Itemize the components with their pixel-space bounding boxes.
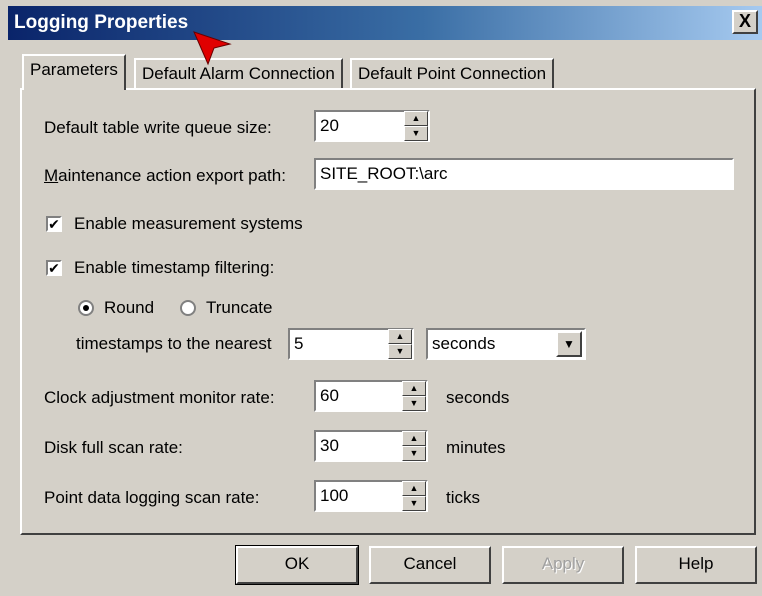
tab-label: Parameters xyxy=(30,60,118,79)
disk-scan-label: Disk full scan rate: xyxy=(44,438,183,457)
tab-parameters[interactable]: Parameters xyxy=(22,54,126,90)
apply-button[interactable]: Apply xyxy=(502,546,624,584)
spin-up-icon[interactable]: ▲ xyxy=(402,431,426,446)
truncate-radio[interactable] xyxy=(180,300,196,316)
close-button[interactable]: X xyxy=(732,10,758,34)
enable-measurement-label: Enable measurement systems xyxy=(74,214,303,233)
round-label: Round xyxy=(104,298,155,317)
nearest-spinner[interactable]: ▲ ▼ xyxy=(388,329,412,359)
disk-scan-spinner[interactable]: ▲ ▼ xyxy=(402,431,426,461)
ok-button[interactable]: OK xyxy=(235,545,359,585)
mouse-cursor-icon xyxy=(193,31,232,66)
queue-size-label: Default table write queue size: xyxy=(44,118,272,137)
radio-dot-icon xyxy=(83,305,89,311)
nearest-unit-value: seconds xyxy=(432,334,496,353)
spin-up-icon[interactable]: ▲ xyxy=(402,481,426,496)
window-title: Logging Properties xyxy=(14,12,189,33)
close-icon: X xyxy=(738,11,751,31)
disk-scan-unit: minutes xyxy=(446,438,506,457)
spin-down-icon[interactable]: ▼ xyxy=(402,496,426,511)
truncate-label: Truncate xyxy=(206,298,273,317)
point-scan-unit: ticks xyxy=(446,488,480,507)
tab-default-point-connection[interactable]: Default Point Connection xyxy=(350,58,555,88)
tab-label: Default Point Connection xyxy=(358,64,547,83)
help-button[interactable]: Help xyxy=(635,546,757,584)
clock-rate-unit: seconds xyxy=(446,388,510,407)
spin-down-icon[interactable]: ▼ xyxy=(404,126,428,141)
clock-rate-label: Clock adjustment monitor rate: xyxy=(44,388,275,407)
chevron-down-icon[interactable]: ▼ xyxy=(556,331,582,357)
export-path-label: Maintenance action export path: xyxy=(44,166,286,185)
spin-down-icon[interactable]: ▼ xyxy=(402,446,426,461)
spin-up-icon[interactable]: ▲ xyxy=(404,111,428,126)
point-scan-spinner[interactable]: ▲ ▼ xyxy=(402,481,426,511)
enable-timestamp-checkbox[interactable]: ✔ xyxy=(46,260,62,276)
round-radio[interactable] xyxy=(78,300,94,316)
logging-properties-dialog: Logging Properties X Parameters Default … xyxy=(0,0,762,596)
export-path-input[interactable]: SITE_ROOT:\arc xyxy=(314,158,734,190)
tab-default-alarm-connection[interactable]: Default Alarm Connection xyxy=(134,58,343,88)
export-path-label-rest: aintenance action export path: xyxy=(58,166,286,185)
nearest-label: timestamps to the nearest xyxy=(76,334,272,353)
spin-down-icon[interactable]: ▼ xyxy=(402,396,426,411)
enable-timestamp-label: Enable timestamp filtering: xyxy=(74,258,275,277)
clock-rate-spinner[interactable]: ▲ ▼ xyxy=(402,381,426,411)
enable-measurement-checkbox[interactable]: ✔ xyxy=(46,216,62,232)
cancel-button[interactable]: Cancel xyxy=(369,546,491,584)
spin-down-icon[interactable]: ▼ xyxy=(388,344,412,359)
queue-size-spinner[interactable]: ▲ ▼ xyxy=(404,111,428,141)
point-scan-label: Point data logging scan rate: xyxy=(44,488,260,507)
parameters-panel: Default table write queue size: 20 ▲ ▼ M… xyxy=(20,88,756,535)
title-bar[interactable]: Logging Properties X xyxy=(8,6,762,40)
spin-up-icon[interactable]: ▲ xyxy=(388,329,412,344)
tab-label: Default Alarm Connection xyxy=(142,64,335,83)
spin-up-icon[interactable]: ▲ xyxy=(402,381,426,396)
